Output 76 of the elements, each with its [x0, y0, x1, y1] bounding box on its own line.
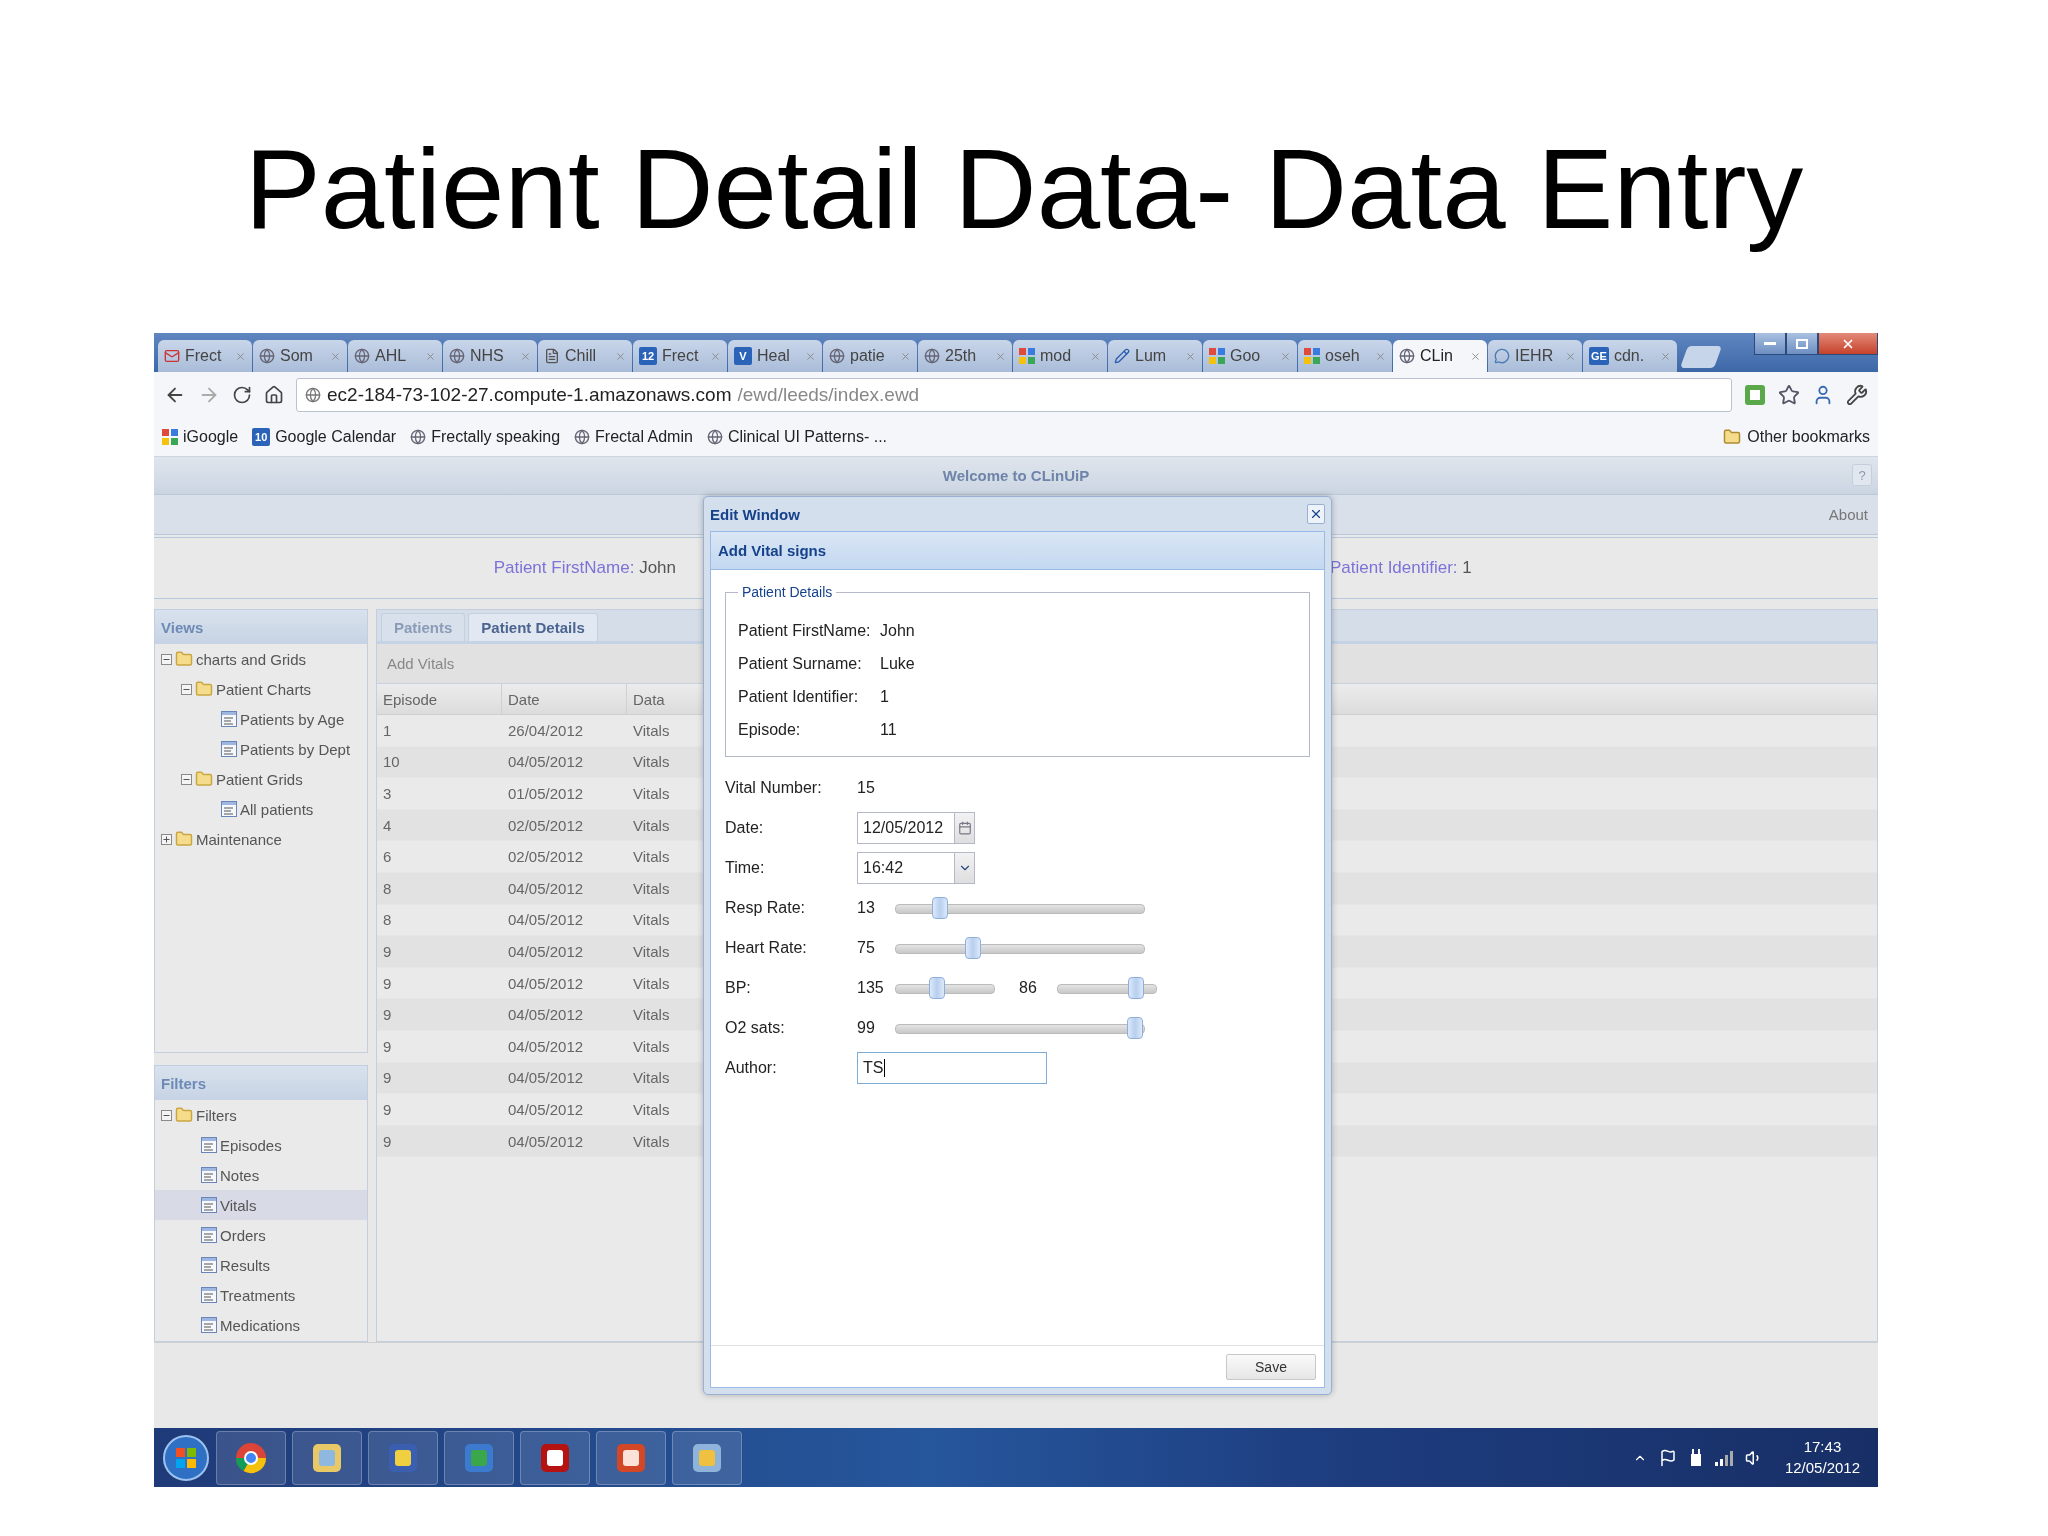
table-cell-text: 9 [382, 941, 393, 962]
app-title: Welcome to CLinUiP [942, 467, 1090, 484]
table-cell-text: 04/05/2012 [507, 973, 585, 994]
table-cell-text: 04/05/2012 [507, 878, 585, 899]
table-cell-text: 10 [382, 752, 401, 773]
patient-info: Patient FirstName: John [493, 558, 676, 578]
table-cell-text: 8 [382, 910, 393, 931]
table-cell-text: 1 [382, 720, 393, 741]
table-cell-text: 4 [382, 815, 393, 836]
table-cell-text: Vitals [632, 973, 671, 994]
detail-value: 1 [880, 687, 890, 706]
panel-title: Filters [161, 1074, 206, 1092]
panel-title: Add Vital signs [718, 542, 827, 559]
table-cell-text: Vitals [632, 1099, 671, 1120]
field-label: O2 sats: [725, 1019, 786, 1037]
table-cell-text: 04/05/2012 [507, 1099, 585, 1120]
table-cell-text: Vitals [632, 1068, 671, 1089]
table-cell-text: Vitals [632, 910, 671, 931]
table-cell-text: 9 [382, 1005, 393, 1026]
group-legend: Patient Details [738, 584, 837, 600]
table-cell-text: Vitals [632, 941, 671, 962]
table-cell-text: 26/04/2012 [507, 720, 585, 741]
field-value: 15 [857, 779, 876, 797]
detail-value: 11 [880, 720, 898, 739]
detail-value: Luke [880, 654, 916, 673]
table-cell-text: 02/05/2012 [507, 847, 585, 868]
table-cell-text: Vitals [632, 752, 671, 773]
slider-value: 13 [857, 899, 876, 917]
site-badge: 10 [252, 428, 271, 446]
table-cell-text: 01/05/2012 [507, 784, 585, 804]
field-label: Author: [725, 1059, 778, 1077]
field-label: Resp Rate: [725, 899, 807, 917]
table-cell-text: Vitals [632, 1005, 671, 1026]
table-cell-text: 04/05/2012 [507, 1131, 585, 1152]
detail-label: Patient FirstName: [738, 621, 872, 640]
table-cell-text: 04/05/2012 [507, 1036, 585, 1057]
site-badge: GE [1589, 347, 1609, 365]
table-cell-text: 04/05/2012 [507, 752, 585, 773]
table-cell-text: 02/05/2012 [507, 815, 585, 836]
table-cell-text: Vitals [632, 815, 671, 836]
table-cell-text: Vitals [632, 847, 671, 868]
detail-label: Patient Identifier: [738, 687, 860, 706]
field-label: Date: [725, 819, 765, 837]
site-badge: 12 [639, 347, 657, 365]
table-cell-text: Vitals [632, 1036, 671, 1057]
panel-title: Views [161, 618, 204, 636]
table-cell-text: Vitals [632, 1131, 671, 1152]
detail-value: John [880, 621, 916, 640]
table-cell-text: 04/05/2012 [507, 1068, 585, 1089]
table-cell-text: 04/05/2012 [507, 910, 585, 931]
table-cell-text: Vitals [632, 720, 671, 741]
slider-value: 99 [857, 1019, 876, 1037]
field-label: Time: [725, 859, 766, 877]
table-cell-text: 9 [382, 1131, 393, 1152]
dialog-title: Edit Window [710, 505, 800, 523]
table-cell-text: 3 [382, 784, 393, 804]
table-cell-text: 04/05/2012 [507, 941, 585, 962]
table-cell-text: 9 [382, 1099, 393, 1120]
field-label: BP: [725, 979, 752, 997]
table-cell-text: 8 [382, 878, 393, 899]
slider-value: 86 [1019, 979, 1038, 997]
field-label: Vital Number: [725, 779, 823, 797]
table-cell-text: Vitals [632, 784, 671, 804]
table-cell-text: 04/05/2012 [507, 1005, 585, 1026]
table-cell-text: 6 [382, 847, 393, 868]
detail-label: Patient Surname: [738, 654, 863, 673]
slide-title: Patient Detail Data- Data Entry [244, 124, 1804, 254]
table-cell-text: 9 [382, 1036, 393, 1057]
detail-label: Episode: [738, 720, 802, 739]
table-cell-text: 9 [382, 1068, 393, 1089]
field-label: Heart Rate: [725, 939, 808, 957]
site-badge: V [734, 347, 752, 365]
slider-value: 135 [857, 979, 885, 997]
slider-value: 75 [857, 939, 876, 957]
table-cell-text: Vitals [632, 878, 671, 899]
table-cell-text: 9 [382, 973, 393, 994]
